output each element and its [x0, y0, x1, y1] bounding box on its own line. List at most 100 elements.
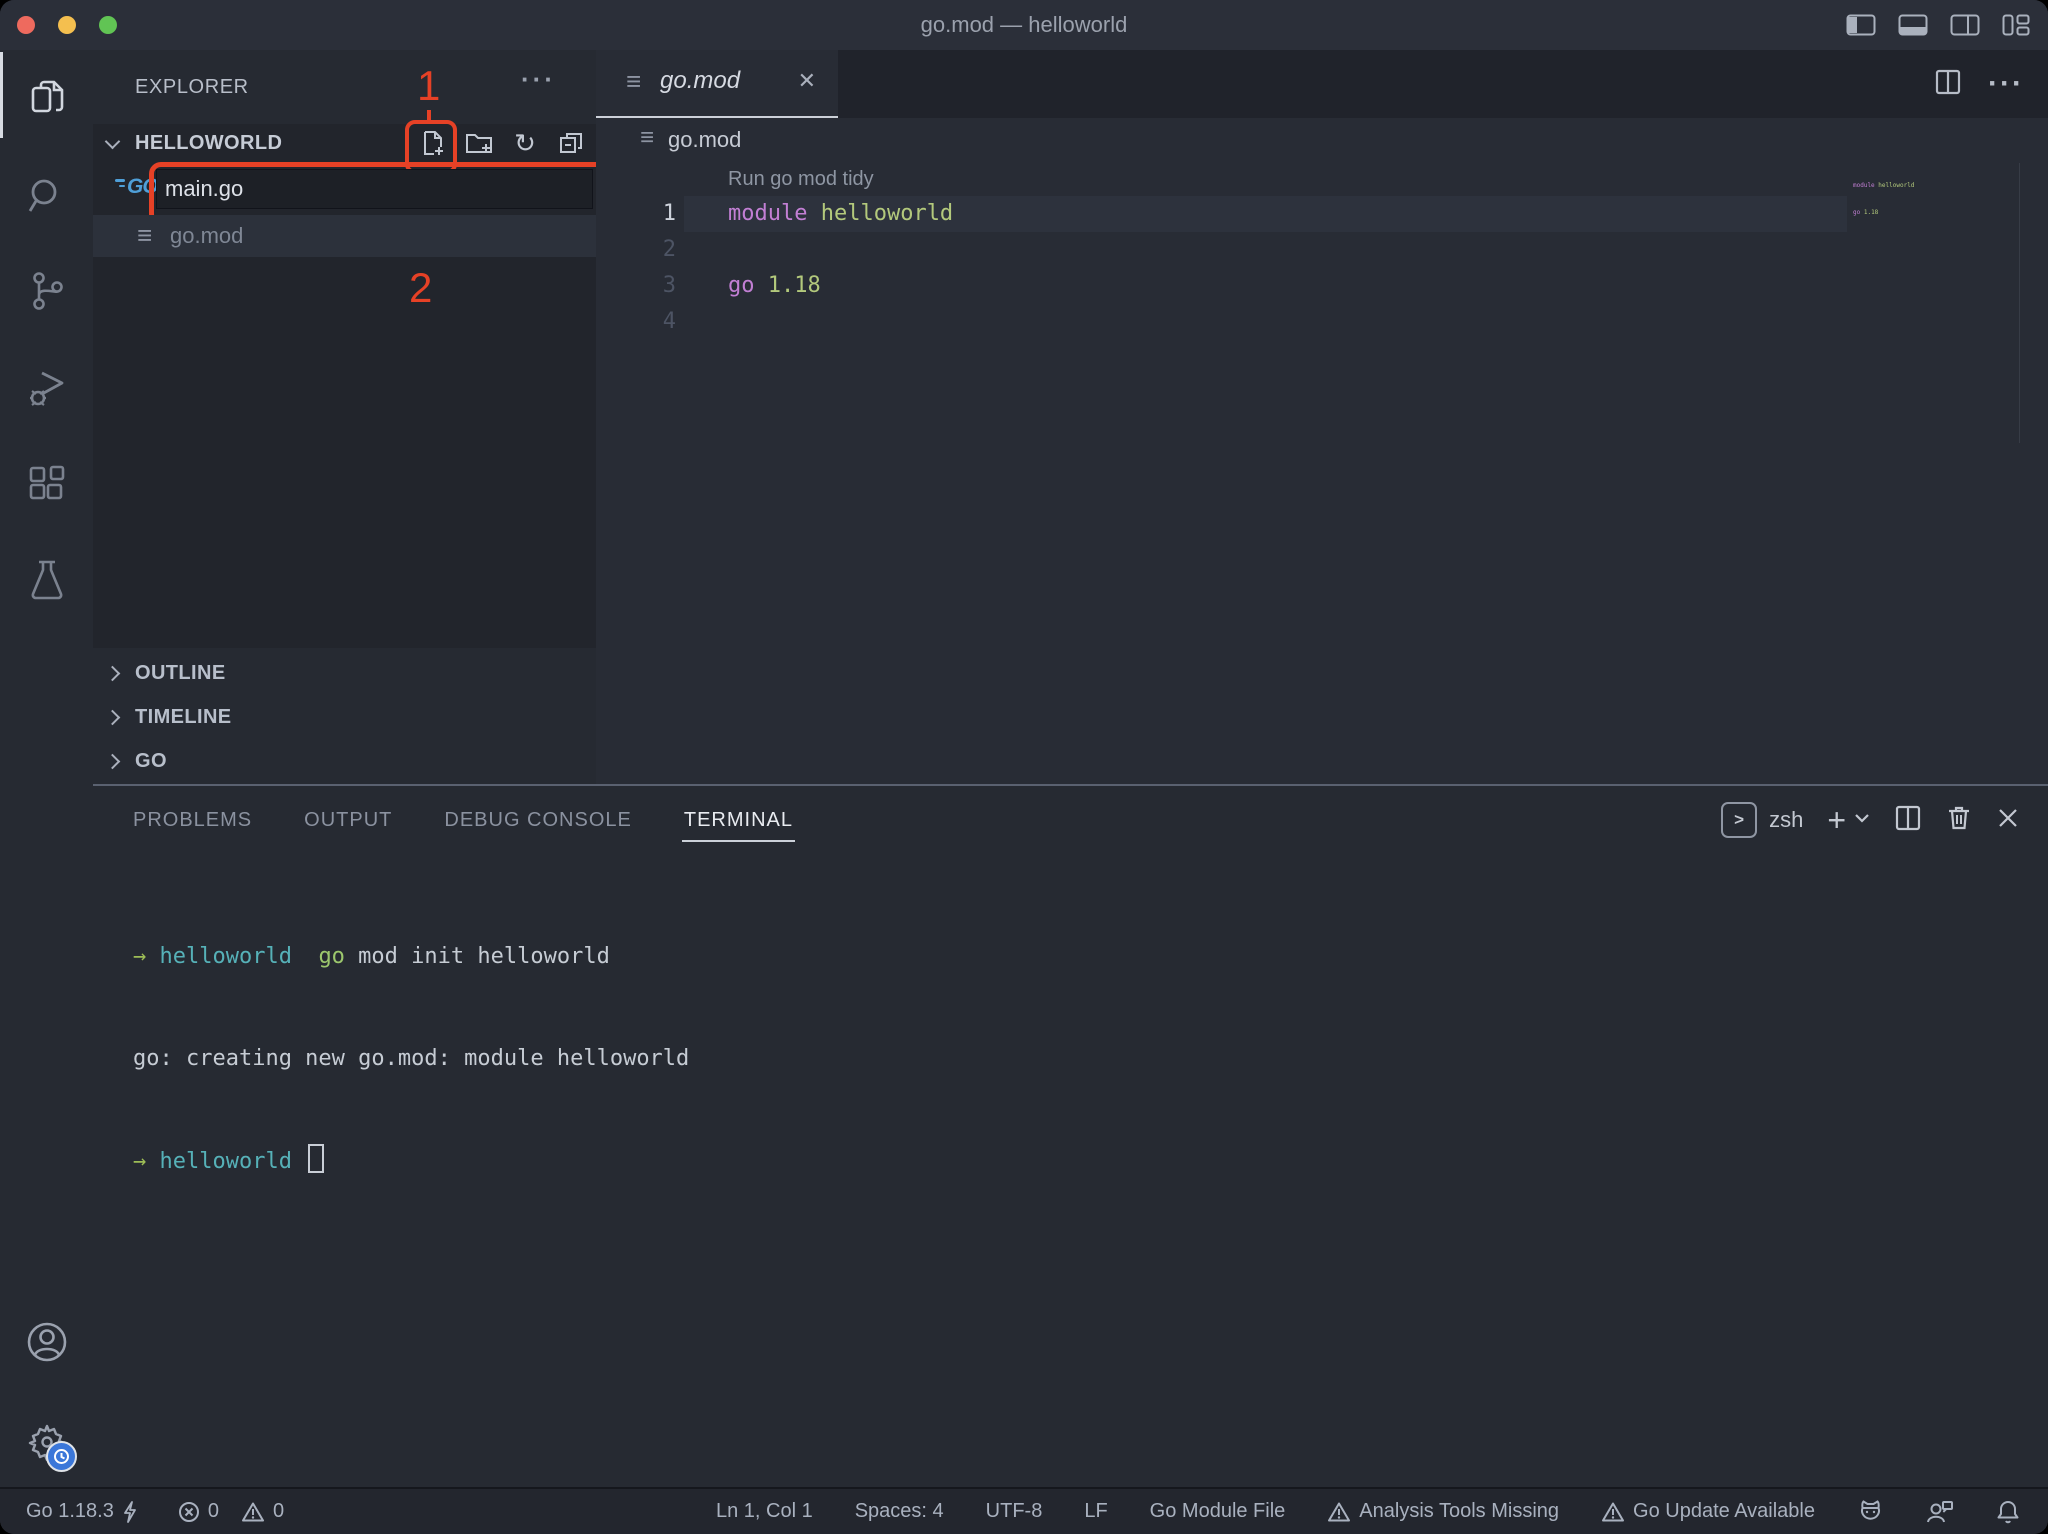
explorer-sidebar: EXPLORER ··· HELLOWORLD ↻ 1 GO	[93, 50, 596, 786]
settings-button[interactable]	[23, 1418, 71, 1466]
status-go-update[interactable]: Go Update Available	[1601, 1500, 1815, 1523]
close-panel-icon[interactable]	[1996, 806, 2020, 835]
refresh-icon[interactable]: ↻	[510, 128, 540, 158]
go-file-icon: GO	[115, 175, 158, 199]
split-editor-icon[interactable]	[1934, 68, 1962, 101]
chevron-right-icon	[105, 710, 121, 726]
sidebar-item-search[interactable]	[23, 172, 71, 220]
split-terminal-icon[interactable]	[1894, 804, 1922, 837]
terminal-line: → helloworld	[133, 1144, 689, 1179]
status-problems[interactable]: 0 0	[178, 1500, 284, 1523]
tab-output[interactable]: OUTPUT	[304, 786, 392, 854]
section-label: TIMELINE	[135, 706, 232, 729]
activity-bar	[0, 50, 93, 1489]
file-name: go.mod	[170, 223, 243, 249]
status-language-mode[interactable]: Go Module File	[1150, 1500, 1286, 1523]
tab-debug-console[interactable]: DEBUG CONSOLE	[444, 786, 631, 854]
file-icon: ≡	[137, 220, 152, 251]
octocat-icon[interactable]	[1857, 1499, 1884, 1525]
layout-sidebar-left-icon[interactable]	[1846, 13, 1876, 37]
file-row-gomod[interactable]: ≡ go.mod	[93, 215, 596, 257]
sidebar-item-run-debug[interactable]	[23, 364, 71, 412]
extensions-icon	[26, 463, 68, 505]
tab-gomod[interactable]: ≡ go.mod ✕	[596, 50, 838, 118]
status-eol[interactable]: LF	[1084, 1500, 1107, 1523]
search-icon	[26, 175, 68, 217]
terminal-output[interactable]: → helloworld go mod init helloworld go: …	[133, 872, 689, 1247]
terminal-line: → helloworld go mod init helloworld	[133, 940, 689, 974]
explorer-more-actions-icon[interactable]: ···	[521, 64, 556, 95]
code-line-4[interactable]: 4	[596, 304, 2048, 340]
code-line-2[interactable]: 2	[596, 232, 2048, 268]
minimap[interactable]: module helloworld go 1.18	[1853, 163, 1914, 235]
project-name: HELLOWORLD	[135, 132, 282, 155]
layout-customize-icon[interactable]	[2002, 13, 2030, 37]
error-circle-icon	[178, 1501, 200, 1523]
warning-triangle-icon	[1601, 1501, 1625, 1523]
new-file-name-input[interactable]	[156, 169, 593, 209]
sidebar-item-extensions[interactable]	[23, 460, 71, 508]
account-button[interactable]	[23, 1318, 71, 1366]
bottom-panel: PROBLEMS OUTPUT DEBUG CONSOLE TERMINAL >…	[93, 784, 2048, 1489]
editor-more-actions-icon[interactable]: ···	[1988, 67, 2024, 101]
minimap-slider[interactable]	[2019, 163, 2020, 443]
kill-terminal-trash-icon[interactable]	[1946, 804, 1972, 837]
code-line-1[interactable]: 1 module helloworld	[596, 196, 2048, 232]
breadcrumb[interactable]: ≡ go.mod	[596, 118, 2048, 164]
shell-name[interactable]: zsh	[1769, 807, 1803, 833]
code-line-3[interactable]: 3 go 1.18	[596, 268, 2048, 304]
status-go-version[interactable]: Go 1.18.3	[26, 1500, 138, 1524]
section-outline[interactable]: OUTLINE	[93, 652, 596, 696]
status-cursor-position[interactable]: Ln 1, Col 1	[716, 1500, 813, 1523]
window-title: go.mod — helloworld	[0, 0, 2048, 50]
section-label: OUTLINE	[135, 662, 226, 685]
new-folder-icon[interactable]	[464, 128, 494, 158]
status-indentation[interactable]: Spaces: 4	[855, 1500, 944, 1523]
chevron-down-icon[interactable]	[1854, 811, 1870, 829]
breadcrumb-file: go.mod	[668, 127, 741, 153]
tab-problems[interactable]: PROBLEMS	[133, 786, 252, 854]
status-analysis-tools[interactable]: Analysis Tools Missing	[1327, 1500, 1559, 1523]
status-bar: Go 1.18.3 0 0 Ln 1, Col 1 Spaces: 4 UTF-…	[0, 1487, 2048, 1534]
titlebar: go.mod — helloworld	[0, 0, 2048, 50]
file-icon: ≡	[640, 124, 654, 152]
file-icon: ≡	[626, 66, 641, 97]
line-number: 2	[596, 232, 676, 268]
new-file-row: GO	[93, 163, 596, 215]
file-tree: HELLOWORLD ↻ 1 GO ≡ go.mod	[93, 124, 596, 648]
testing-beaker-icon	[26, 558, 68, 602]
chevron-right-icon	[105, 754, 121, 770]
terminal-line: go: creating new go.mod: module hellowor…	[133, 1042, 689, 1076]
tab-bar: ≡ go.mod ✕ ···	[596, 50, 2048, 118]
codelens-run-go-mod-tidy[interactable]: Run go mod tidy	[728, 168, 874, 191]
clock-update-badge	[46, 1441, 77, 1472]
status-encoding[interactable]: UTF-8	[986, 1500, 1043, 1523]
account-person-icon	[25, 1320, 69, 1364]
bolt-icon	[122, 1500, 138, 1524]
line-number: 4	[596, 304, 676, 340]
tab-close-icon[interactable]: ✕	[798, 68, 816, 94]
section-timeline[interactable]: TIMELINE	[93, 696, 596, 740]
sidebar-item-explorer[interactable]	[23, 76, 71, 124]
layout-sidebar-right-icon[interactable]	[1950, 13, 1980, 37]
layout-panel-icon[interactable]	[1898, 13, 1928, 37]
sidebar-item-source-control[interactable]	[23, 268, 71, 316]
collapse-all-icon[interactable]	[556, 128, 586, 158]
editor-group: ≡ go.mod ✕ ··· ≡ go.mod Run go mod tidy …	[596, 50, 2048, 786]
feedback-icon[interactable]	[1926, 1499, 1954, 1525]
terminal-chip-icon[interactable]: >	[1721, 802, 1757, 838]
active-view-indicator	[0, 52, 3, 138]
vscode-window: go.mod — helloworld	[0, 0, 2048, 1534]
line-number: 3	[596, 268, 676, 304]
bell-icon[interactable]	[1996, 1499, 2020, 1525]
tab-terminal[interactable]: TERMINAL	[684, 786, 793, 854]
source-control-icon	[27, 270, 67, 314]
explorer-title: EXPLORER	[135, 76, 249, 99]
section-go[interactable]: GO	[93, 740, 596, 784]
chevron-right-icon	[105, 666, 121, 682]
sidebar-item-testing[interactable]	[23, 556, 71, 604]
run-debug-icon	[26, 367, 68, 409]
project-root-row[interactable]: HELLOWORLD ↻ 1	[93, 124, 596, 162]
new-terminal-icon[interactable]: +	[1827, 802, 1846, 839]
warning-triangle-icon	[241, 1501, 265, 1523]
